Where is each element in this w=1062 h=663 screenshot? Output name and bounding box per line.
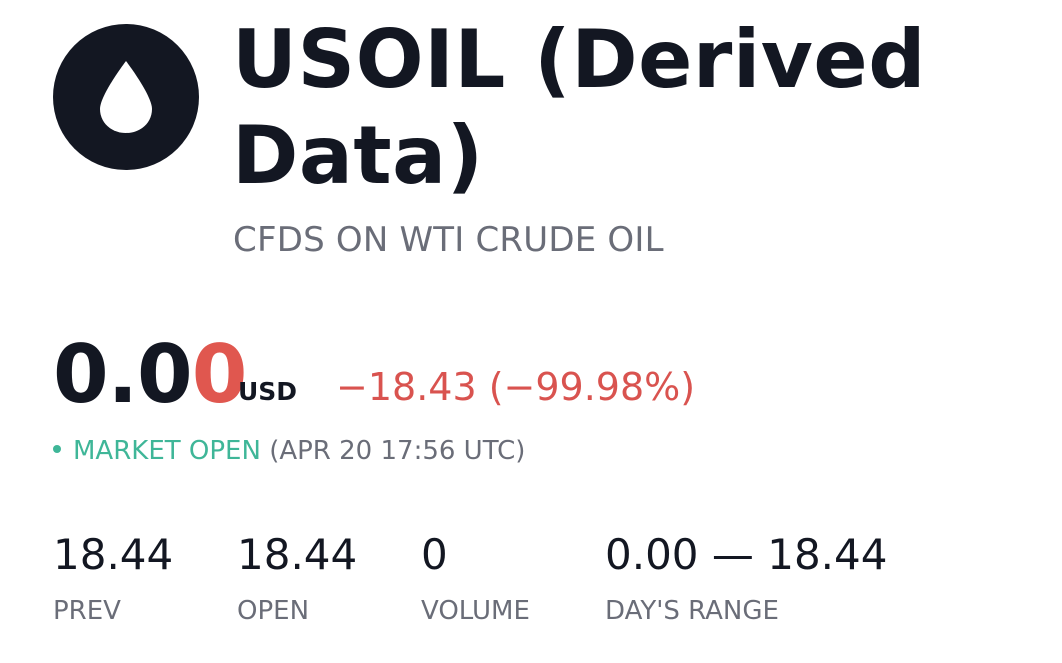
stat-prev: 18.44 PREV	[53, 528, 173, 628]
stat-value: 0.00 — 18.44	[605, 530, 888, 579]
market-status-time: (APR 20 17:56 UTC)	[269, 436, 526, 466]
currency-label: USD	[238, 377, 298, 406]
symbol-logo	[53, 24, 199, 170]
price-change: −18.43 (−99.98%)	[336, 365, 696, 409]
price-row: 0.00 USD −18.43 (−99.98%)	[53, 330, 953, 420]
market-status-label: MARKET OPEN	[73, 436, 261, 466]
last-price-main: 0.0	[53, 328, 193, 421]
stat-value: 0	[421, 530, 448, 579]
oil-drop-icon	[100, 61, 152, 133]
last-price-changed-digit: 0	[191, 328, 248, 421]
stat-open: 18.44 OPEN	[237, 528, 357, 628]
stat-volume: 0 VOLUME	[421, 528, 530, 628]
stat-label: VOLUME	[421, 596, 530, 626]
status-dot-icon	[53, 444, 61, 453]
market-status: MARKET OPEN (APR 20 17:56 UTC)	[53, 434, 525, 468]
stat-value: 18.44	[53, 530, 174, 579]
stat-label: OPEN	[237, 596, 310, 626]
stat-days-range: 0.00 — 18.44 DAY'S RANGE	[605, 528, 887, 628]
symbol-title: USOIL (Derived Data)	[232, 13, 926, 202]
stat-label: DAY'S RANGE	[605, 596, 779, 626]
stat-label: PREV	[53, 596, 121, 626]
stat-value: 18.44	[237, 530, 358, 579]
last-price: 0.00	[53, 328, 248, 421]
symbol-description: CFDS ON WTI CRUDE OIL	[233, 220, 664, 260]
